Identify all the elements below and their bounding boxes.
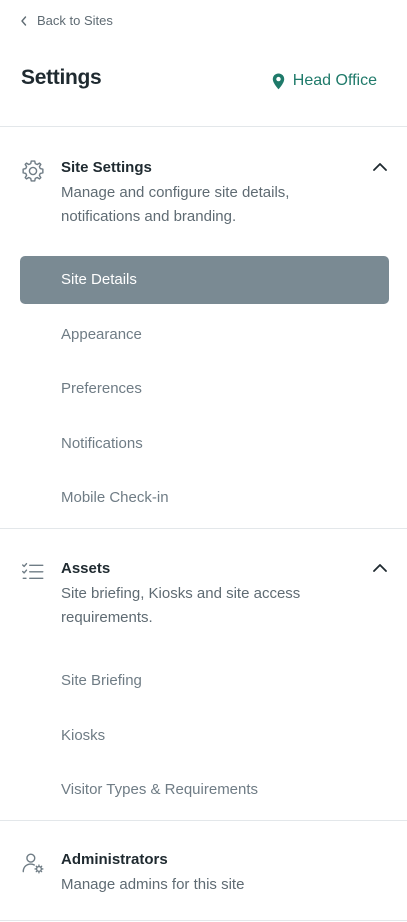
site-settings-section-header[interactable]: Site Settings Manage and configure site …	[20, 158, 360, 238]
section-divider	[0, 920, 407, 921]
site-selector[interactable]: Head Office	[272, 72, 377, 90]
map-pin-icon	[272, 73, 284, 89]
gear-icon	[20, 158, 46, 184]
assets-section-header[interactable]: Assets Site briefing, Kiosks and site ac…	[20, 559, 360, 634]
back-to-sites-link[interactable]: Back to Sites	[19, 13, 113, 28]
chevron-left-icon	[21, 15, 27, 26]
chevron-up-icon[interactable]	[372, 562, 388, 574]
site-name: Head Office	[292, 72, 377, 89]
nav-item-visitor-types[interactable]: Visitor Types & Requirements	[61, 780, 258, 800]
user-settings-icon	[20, 850, 46, 876]
nav-item-site-details[interactable]: Site Details	[20, 256, 389, 304]
assets-description: Site briefing, Kiosks and site access re…	[61, 585, 301, 626]
administrators-title: Administrators	[61, 851, 168, 868]
back-to-sites-label: Back to Sites	[37, 13, 113, 28]
nav-item-mobile-check-in[interactable]: Mobile Check-in	[61, 488, 169, 508]
site-settings-title: Site Settings	[61, 159, 152, 176]
chevron-up-icon[interactable]	[372, 161, 388, 173]
checklist-icon	[20, 559, 46, 585]
administrators-section-header[interactable]: Administrators Manage admins for this si…	[20, 850, 360, 900]
nav-item-preferences[interactable]: Preferences	[61, 379, 142, 399]
nav-item-notifications[interactable]: Notifications	[61, 434, 143, 454]
page-title: Settings	[21, 66, 102, 89]
administrators-description: Manage admins for this site	[61, 876, 245, 893]
section-divider	[0, 528, 407, 529]
header-divider	[0, 126, 407, 127]
site-settings-description: Manage and configure site details, notif…	[61, 184, 290, 225]
nav-item-label: Site Details	[61, 271, 137, 288]
nav-item-site-briefing[interactable]: Site Briefing	[61, 671, 142, 691]
assets-title: Assets	[61, 560, 111, 577]
nav-item-kiosks[interactable]: Kiosks	[61, 726, 105, 746]
section-divider	[0, 820, 407, 821]
nav-item-appearance[interactable]: Appearance	[61, 325, 142, 345]
